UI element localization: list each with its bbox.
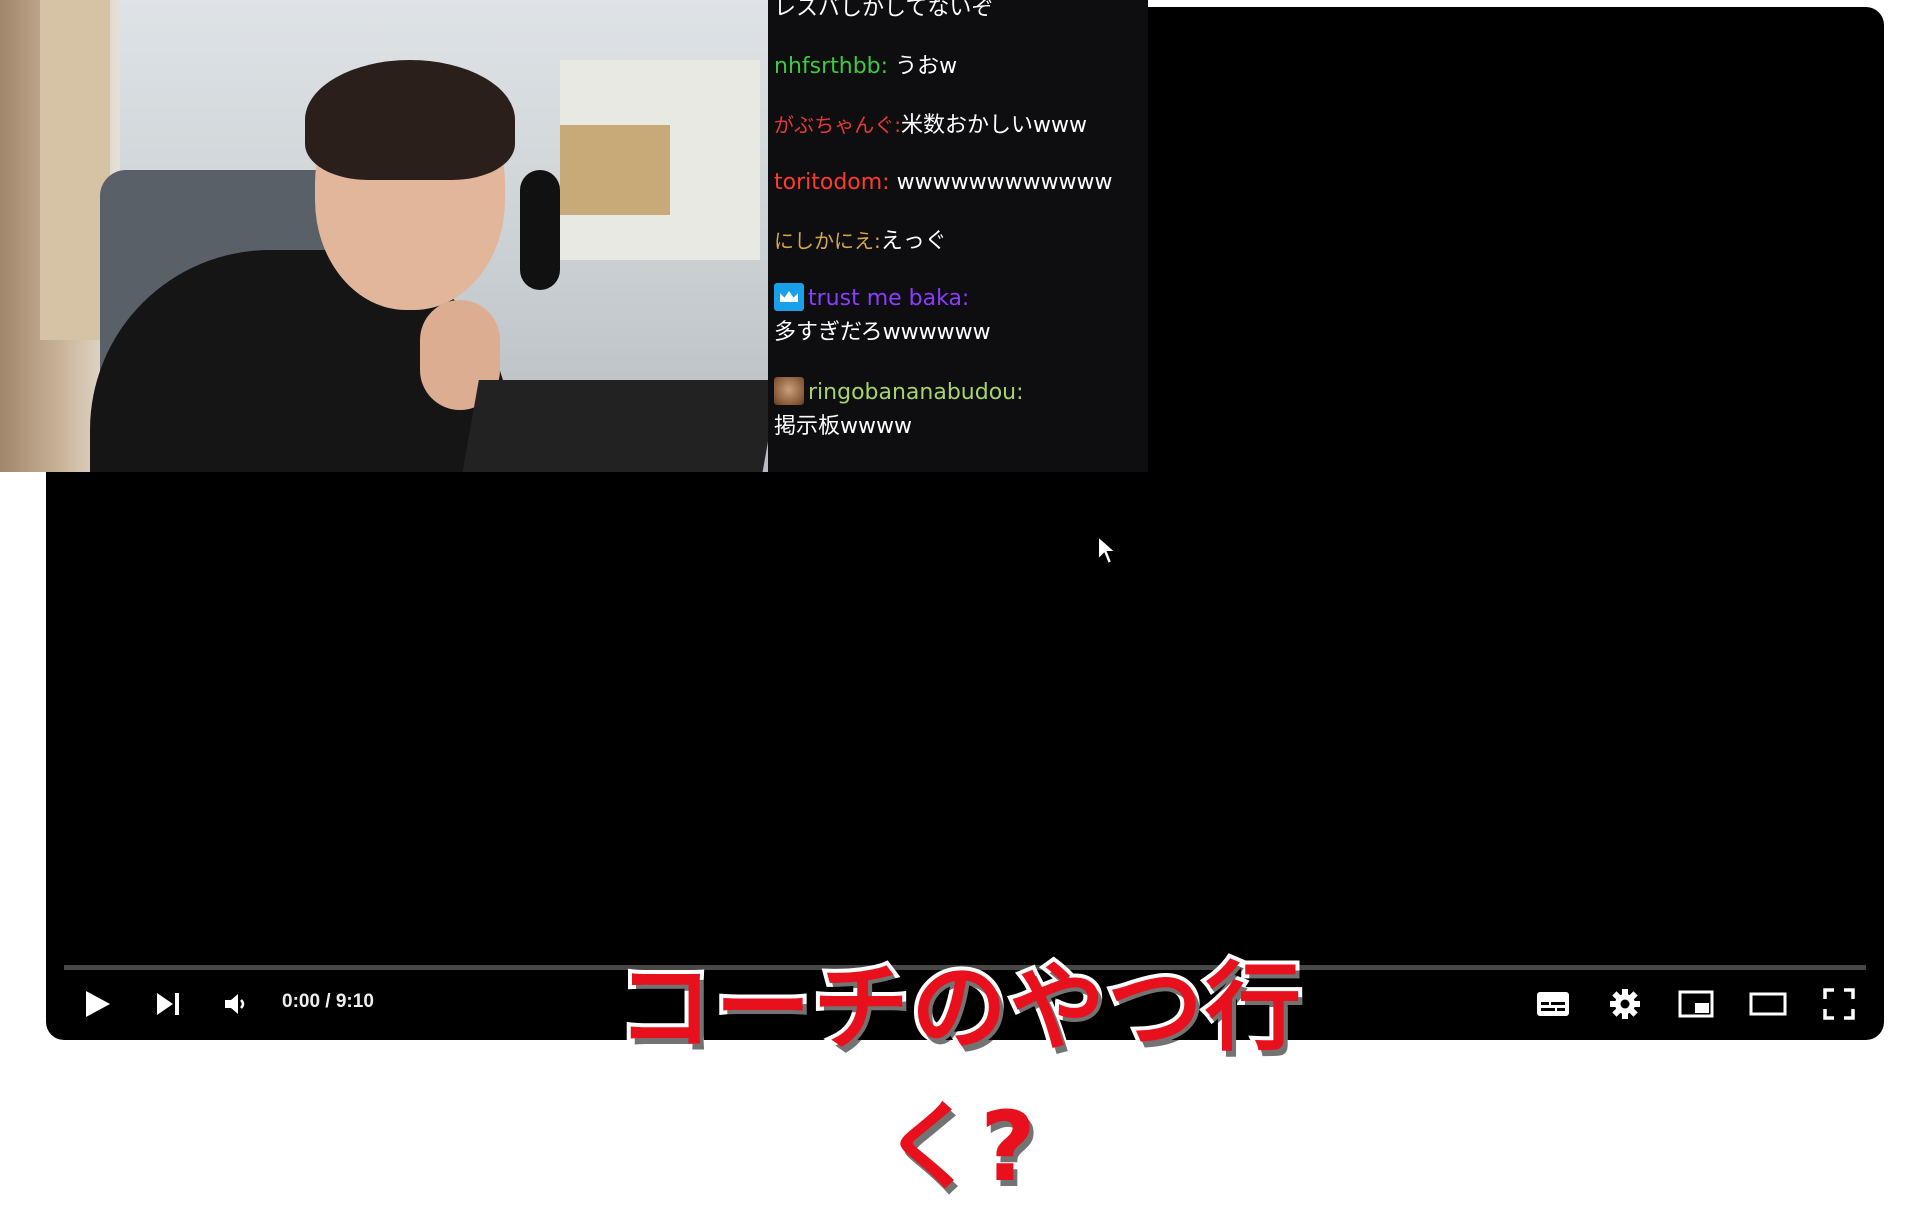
settings-button[interactable] <box>1605 984 1645 1024</box>
webcam-box <box>560 125 670 215</box>
chat-username: にしかにえ: <box>774 229 881 253</box>
chat-text: wwwwwwwwwwww <box>896 170 1113 195</box>
play-icon <box>86 991 110 1017</box>
time-display: 0:00 / 9:10 <box>282 991 374 1012</box>
chat-username: がぶちゃんぐ: <box>774 113 901 137</box>
subtitles-button[interactable] <box>1533 984 1573 1024</box>
chat-message: trust me baka: 多すぎだろwwwwww <box>774 282 1144 350</box>
mouse-cursor-icon <box>1097 534 1118 566</box>
chat-message: ringobananabudou: 掲示板wwww <box>774 376 1144 444</box>
chat-message: nhfsrthbb: うおw <box>774 50 1144 84</box>
chat-overlay: レスバしかしてないぞ nhfsrthbb: うおw がぶちゃんぐ:米数おかしいw… <box>768 0 1148 472</box>
volume-icon <box>225 994 245 1014</box>
chat-message: にしかにえ:えっぐ <box>774 224 1144 259</box>
play-button[interactable] <box>78 984 118 1024</box>
chat-username: trust me baka: <box>808 286 970 311</box>
chat-text: 掲示板wwww <box>774 414 912 439</box>
dog-avatar-badge-icon <box>774 377 804 405</box>
chat-text: えっぐ <box>880 229 947 254</box>
chat-text: 米数おかしいwww <box>900 113 1087 138</box>
chat-message: レスバしかしてないぞ <box>774 0 1144 26</box>
miniplayer-icon <box>1678 990 1714 1018</box>
video-caption: コーチのやつ行く? <box>613 948 1305 1207</box>
subtitles-icon <box>1537 992 1569 1016</box>
streamer-hair <box>305 60 515 180</box>
theater-mode-button[interactable] <box>1748 984 1788 1024</box>
miniplayer-button[interactable] <box>1676 984 1716 1024</box>
webcam-overlay <box>0 0 768 472</box>
chat-message: toritodom: wwwwwwwwwwww <box>774 166 1144 200</box>
fullscreen-button[interactable] <box>1819 984 1859 1024</box>
chat-text: うおw <box>895 54 958 79</box>
chat-text: 多すぎだろwwwwww <box>774 320 991 345</box>
chat-username: ringobananabudou: <box>808 380 1024 405</box>
microphone <box>520 170 560 290</box>
chat-text: レスバしかしてないぞ <box>774 0 994 21</box>
fullscreen-icon <box>1823 988 1855 1020</box>
chat-message: がぶちゃんぐ:米数おかしいwww <box>774 108 1144 143</box>
mute-button[interactable] <box>216 984 256 1024</box>
chat-username: nhfsrthbb: <box>774 54 889 79</box>
next-button[interactable] <box>148 984 188 1024</box>
theater-mode-icon <box>1749 992 1787 1016</box>
monitor <box>461 380 768 472</box>
gear-icon <box>1610 989 1640 1019</box>
next-icon <box>157 993 179 1015</box>
chat-username: toritodom: <box>774 170 890 195</box>
crown-badge-icon <box>774 283 804 311</box>
